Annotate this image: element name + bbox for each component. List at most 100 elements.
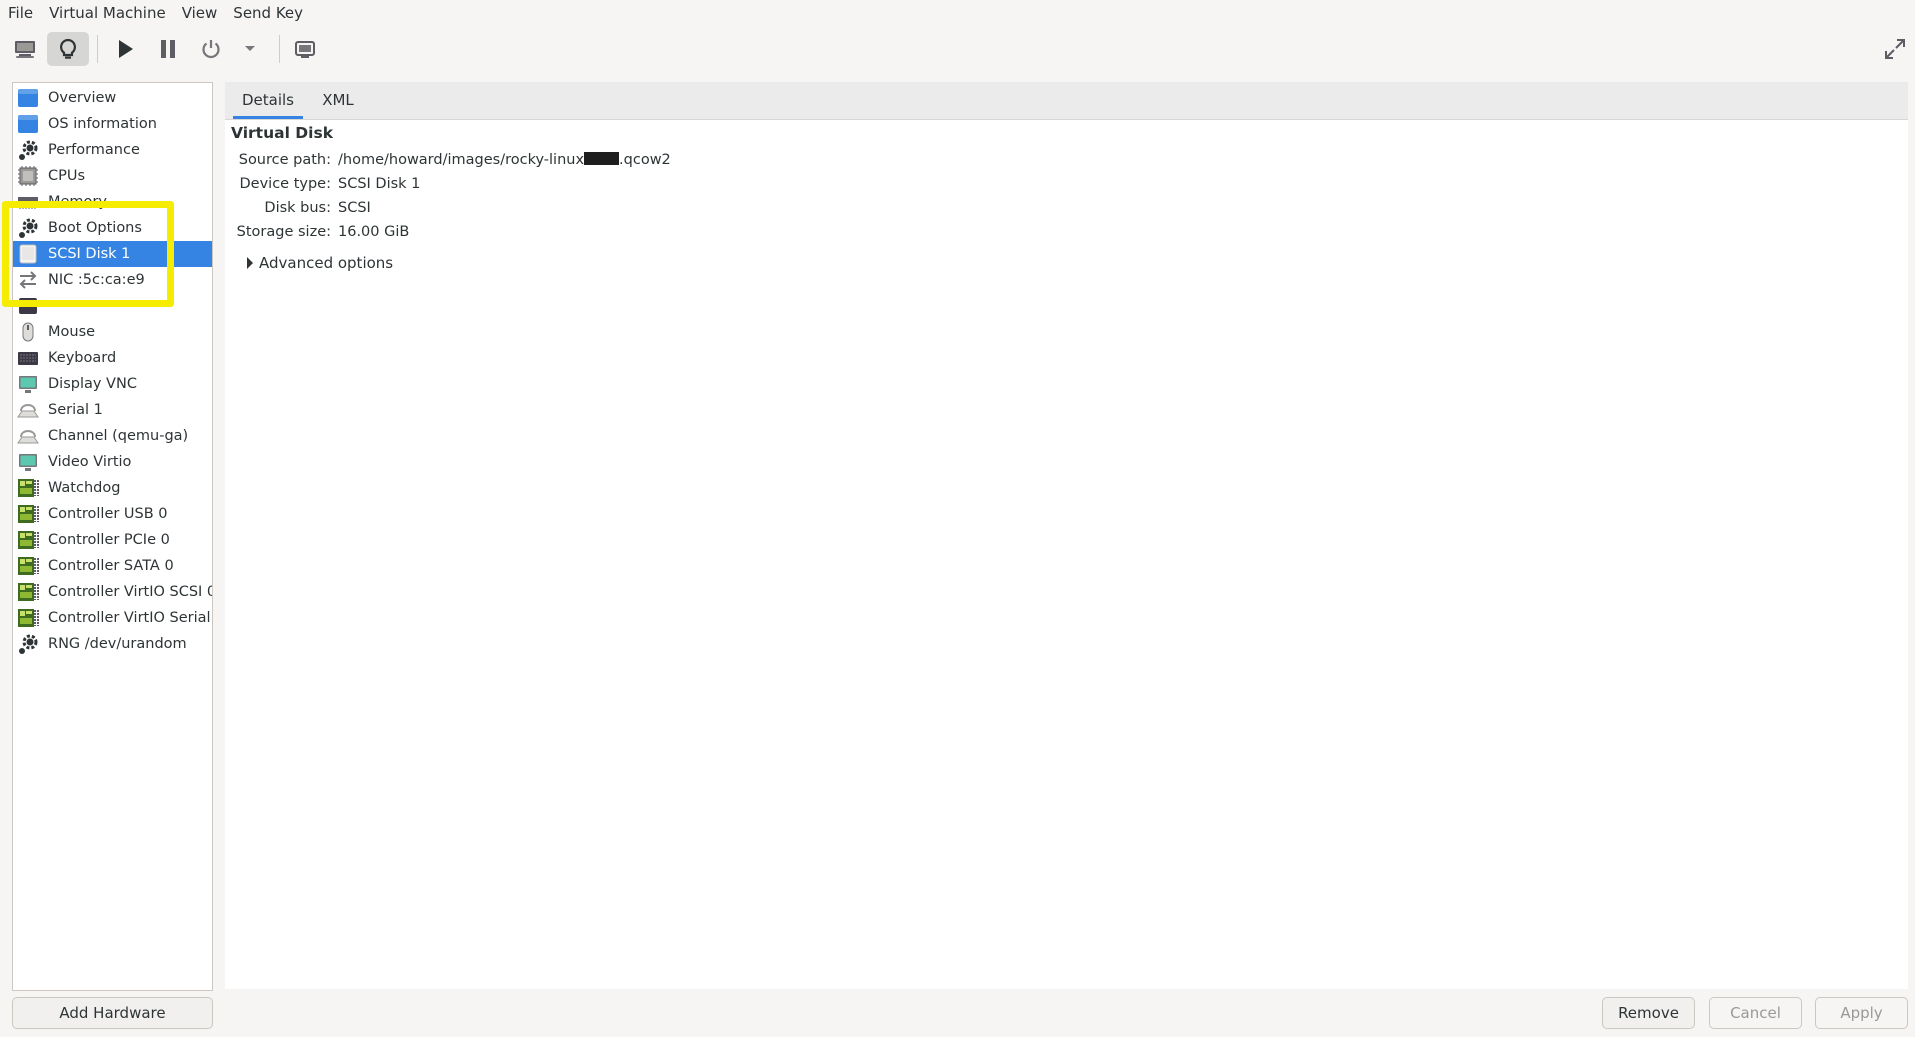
lightbulb-icon [59, 38, 77, 59]
sidebar-item-scsi-disk-1[interactable]: SCSI Disk 1 [13, 241, 212, 267]
fullscreen-button[interactable] [1874, 32, 1915, 66]
tablet-icon [15, 293, 41, 319]
sidebar-item-label: Serial 1 [48, 402, 103, 418]
sidebar-item-label: Display VNC [48, 376, 137, 392]
advanced-options-label: Advanced options [259, 254, 394, 272]
tab-bar: Details XML [225, 82, 1908, 120]
toolbar [0, 27, 1915, 71]
sidebar-item-label: RNG /dev/urandom [48, 636, 187, 652]
sidebar-item-cpus[interactable]: CPUs [13, 163, 212, 189]
sidebar-item-label: Keyboard [48, 350, 117, 366]
toolbar-separator [279, 35, 280, 63]
toolbar-separator [97, 35, 98, 63]
gear-icon [15, 631, 41, 657]
advanced-options-expander[interactable]: Advanced options [247, 254, 393, 272]
sidebar-item-controller-virtio-scsi-0[interactable]: Controller VirtIO SCSI 0 [13, 579, 212, 605]
sidebar-item-label: OS information [48, 116, 157, 132]
sidebar-item-display-vnc[interactable]: Display VNC [13, 371, 212, 397]
fullscreen-icon [1885, 39, 1905, 59]
cancel-button[interactable]: Cancel [1709, 997, 1802, 1029]
sidebar-item-memory[interactable]: Memory [13, 189, 212, 215]
device-type-value: SCSI Disk 1 [338, 176, 421, 192]
sidebar-item-tablet[interactable] [13, 293, 212, 319]
storage-size-value: 16.00 GiB [338, 224, 410, 240]
menu-send-key[interactable]: Send Key [225, 0, 311, 27]
source-path-prefix: /home/howard/images/rocky-linux [338, 152, 585, 168]
sidebar-item-mouse[interactable]: Mouse [13, 319, 212, 345]
serial-icon [15, 423, 41, 449]
monitor-blue-icon [15, 85, 41, 111]
screenshot-button[interactable] [284, 32, 326, 66]
pci-card-icon [15, 553, 41, 579]
details-panel: Details XML Virtual Disk Source path: /h… [225, 82, 1908, 989]
sidebar-item-label: Controller USB 0 [48, 506, 168, 522]
sidebar-item-rng[interactable]: RNG /dev/urandom [13, 631, 212, 657]
shutdown-menu-button[interactable] [230, 32, 270, 66]
section-title: Virtual Disk [231, 124, 334, 142]
sidebar-item-channel-qemu-ga[interactable]: Channel (qemu-ga) [13, 423, 212, 449]
sidebar-item-label: Mouse [48, 324, 96, 340]
menu-virtual-machine[interactable]: Virtual Machine [41, 0, 174, 27]
apply-button[interactable]: Apply [1815, 997, 1908, 1029]
nic-icon [15, 267, 41, 293]
sidebar-item-label: Boot Options [48, 220, 142, 236]
monitor-blue-icon [15, 111, 41, 137]
keyboard-icon [15, 345, 41, 371]
sidebar-item-keyboard[interactable]: Keyboard [13, 345, 212, 371]
menu-view[interactable]: View [174, 0, 226, 27]
disk-icon [15, 241, 41, 267]
sidebar-item-label: Video Virtio [48, 454, 132, 470]
sidebar-item-label: SCSI Disk 1 [48, 246, 131, 262]
sidebar-item-performance[interactable]: Performance [13, 137, 212, 163]
sidebar-item-serial-1[interactable]: Serial 1 [13, 397, 212, 423]
run-button[interactable] [104, 32, 146, 66]
sidebar-item-label: Controller VirtIO Serial 0 [48, 610, 213, 626]
shutdown-button[interactable] [190, 32, 232, 66]
source-path-suffix: .qcow2 [619, 152, 671, 168]
sidebar-item-boot-options[interactable]: Boot Options [13, 215, 212, 241]
sidebar-item-os-information[interactable]: OS information [13, 111, 212, 137]
sidebar-item-controller-virtio-serial-0[interactable]: Controller VirtIO Serial 0 [13, 605, 212, 631]
storage-size-label: Storage size: [236, 224, 331, 240]
memory-icon [15, 189, 41, 215]
console-button[interactable] [4, 32, 46, 66]
mouse-icon [15, 319, 41, 345]
disk-bus-label: Disk bus: [264, 200, 331, 216]
sidebar-item-controller-usb-0[interactable]: Controller USB 0 [13, 501, 212, 527]
source-path-label: Source path: [238, 152, 331, 168]
expander-arrow-icon [247, 257, 253, 269]
pause-button[interactable] [147, 32, 189, 66]
remove-button[interactable]: Remove [1602, 997, 1695, 1029]
add-hardware-button[interactable]: Add Hardware [12, 997, 213, 1029]
sidebar-item-label: CPUs [48, 168, 86, 184]
details-button[interactable] [47, 32, 89, 66]
screenshot-icon [295, 41, 315, 58]
cpu-icon [15, 163, 41, 189]
pci-card-icon [15, 475, 41, 501]
menu-file[interactable]: File [0, 0, 41, 27]
power-icon [202, 40, 220, 59]
sidebar-item-label: Performance [48, 142, 140, 158]
tab-xml[interactable]: XML [313, 82, 363, 119]
sidebar-item-label: Controller SATA 0 [48, 558, 174, 574]
disk-bus-value: SCSI [338, 200, 371, 216]
gear-icon [15, 137, 41, 163]
sidebar-item-video-virtio[interactable]: Video Virtio [13, 449, 212, 475]
display-icon [15, 449, 41, 475]
sidebar-item-overview[interactable]: Overview [13, 85, 212, 111]
sidebar-item-nic[interactable]: NIC :5c:ca:e9 [13, 267, 212, 293]
tab-details[interactable]: Details [233, 82, 303, 119]
sidebar-item-label: Memory [48, 194, 107, 210]
sidebar-item-controller-sata-0[interactable]: Controller SATA 0 [13, 553, 212, 579]
dropdown-arrow-icon [245, 46, 255, 51]
sidebar-item-watchdog[interactable]: Watchdog [13, 475, 212, 501]
pause-icon [161, 40, 175, 58]
pci-card-icon [15, 527, 41, 553]
sidebar-item-label: Channel (qemu-ga) [48, 428, 189, 444]
redaction-block [584, 152, 620, 165]
sidebar-item-controller-pcie-0[interactable]: Controller PCIe 0 [13, 527, 212, 553]
serial-icon [15, 397, 41, 423]
sidebar-item-label: Watchdog [48, 480, 121, 496]
sidebar-item-label: Overview [48, 90, 117, 106]
pci-card-icon [15, 605, 41, 631]
